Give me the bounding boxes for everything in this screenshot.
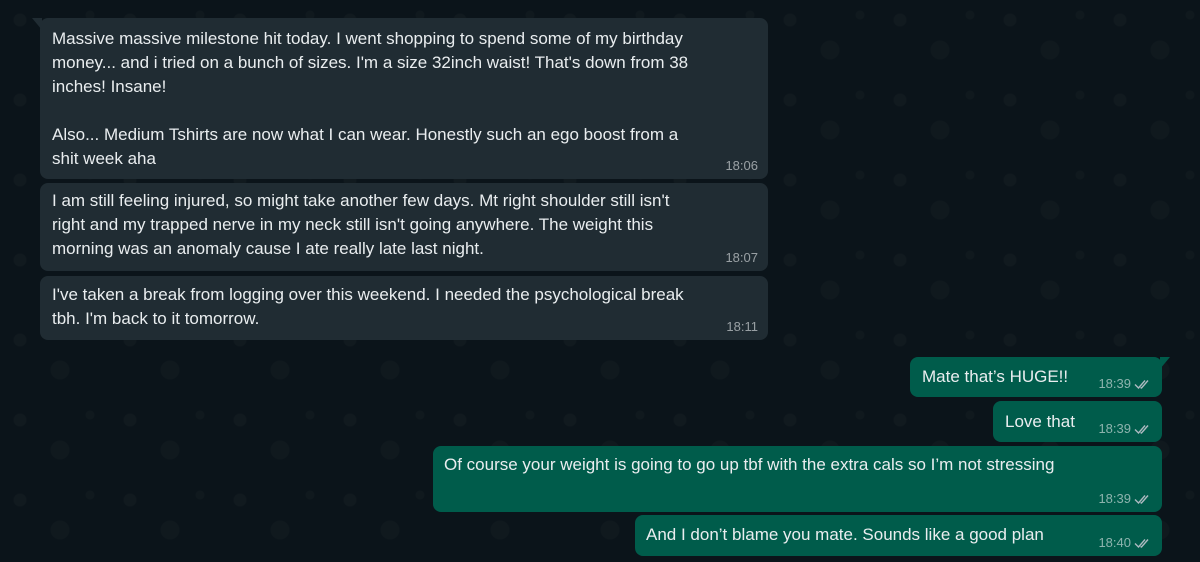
message-text: I am still feeling injured, so might tak…	[52, 191, 670, 258]
outgoing-message[interactable]: Love that 18:39	[993, 401, 1162, 442]
incoming-message[interactable]: I've taken a break from logging over thi…	[40, 276, 768, 340]
message-time: 18:06	[725, 158, 758, 173]
message-meta: 18:40	[1098, 535, 1152, 550]
message-text: Of course your weight is going to go up …	[444, 455, 1055, 474]
outgoing-message[interactable]: Mate that’s HUGE!! 18:39	[910, 357, 1170, 397]
incoming-message[interactable]: Massive massive milestone hit today. I w…	[32, 18, 768, 179]
message-text: And I don’t blame you mate. Sounds like …	[646, 525, 1044, 544]
message-meta: 18:07	[725, 250, 758, 265]
message-time: 18:39	[1098, 421, 1131, 436]
outgoing-message[interactable]: And I don’t blame you mate. Sounds like …	[635, 515, 1162, 556]
message-time: 18:11	[726, 319, 758, 334]
outgoing-message[interactable]: Of course your weight is going to go up …	[433, 446, 1162, 512]
bubble-tail	[32, 18, 42, 30]
message-meta: 18:11	[726, 319, 758, 334]
double-check-icon	[1134, 493, 1152, 505]
message-text: Massive massive milestone hit today. I w…	[52, 29, 689, 168]
message-meta: 18:39	[1098, 491, 1152, 506]
message-time: 18:07	[725, 250, 758, 265]
double-check-icon	[1134, 537, 1152, 549]
message-text: I've taken a break from logging over thi…	[52, 285, 684, 328]
message-meta: 18:39	[1098, 376, 1152, 391]
message-time: 18:39	[1098, 376, 1131, 391]
double-check-icon	[1134, 423, 1152, 435]
message-meta: 18:39	[1098, 421, 1152, 436]
bubble-tail	[1160, 357, 1170, 369]
chat-panel[interactable]: Massive massive milestone hit today. I w…	[0, 0, 1200, 562]
message-time: 18:39	[1098, 491, 1131, 506]
incoming-message[interactable]: I am still feeling injured, so might tak…	[40, 183, 768, 271]
double-check-icon	[1134, 378, 1152, 390]
message-time: 18:40	[1098, 535, 1131, 550]
message-meta: 18:06	[725, 158, 758, 173]
